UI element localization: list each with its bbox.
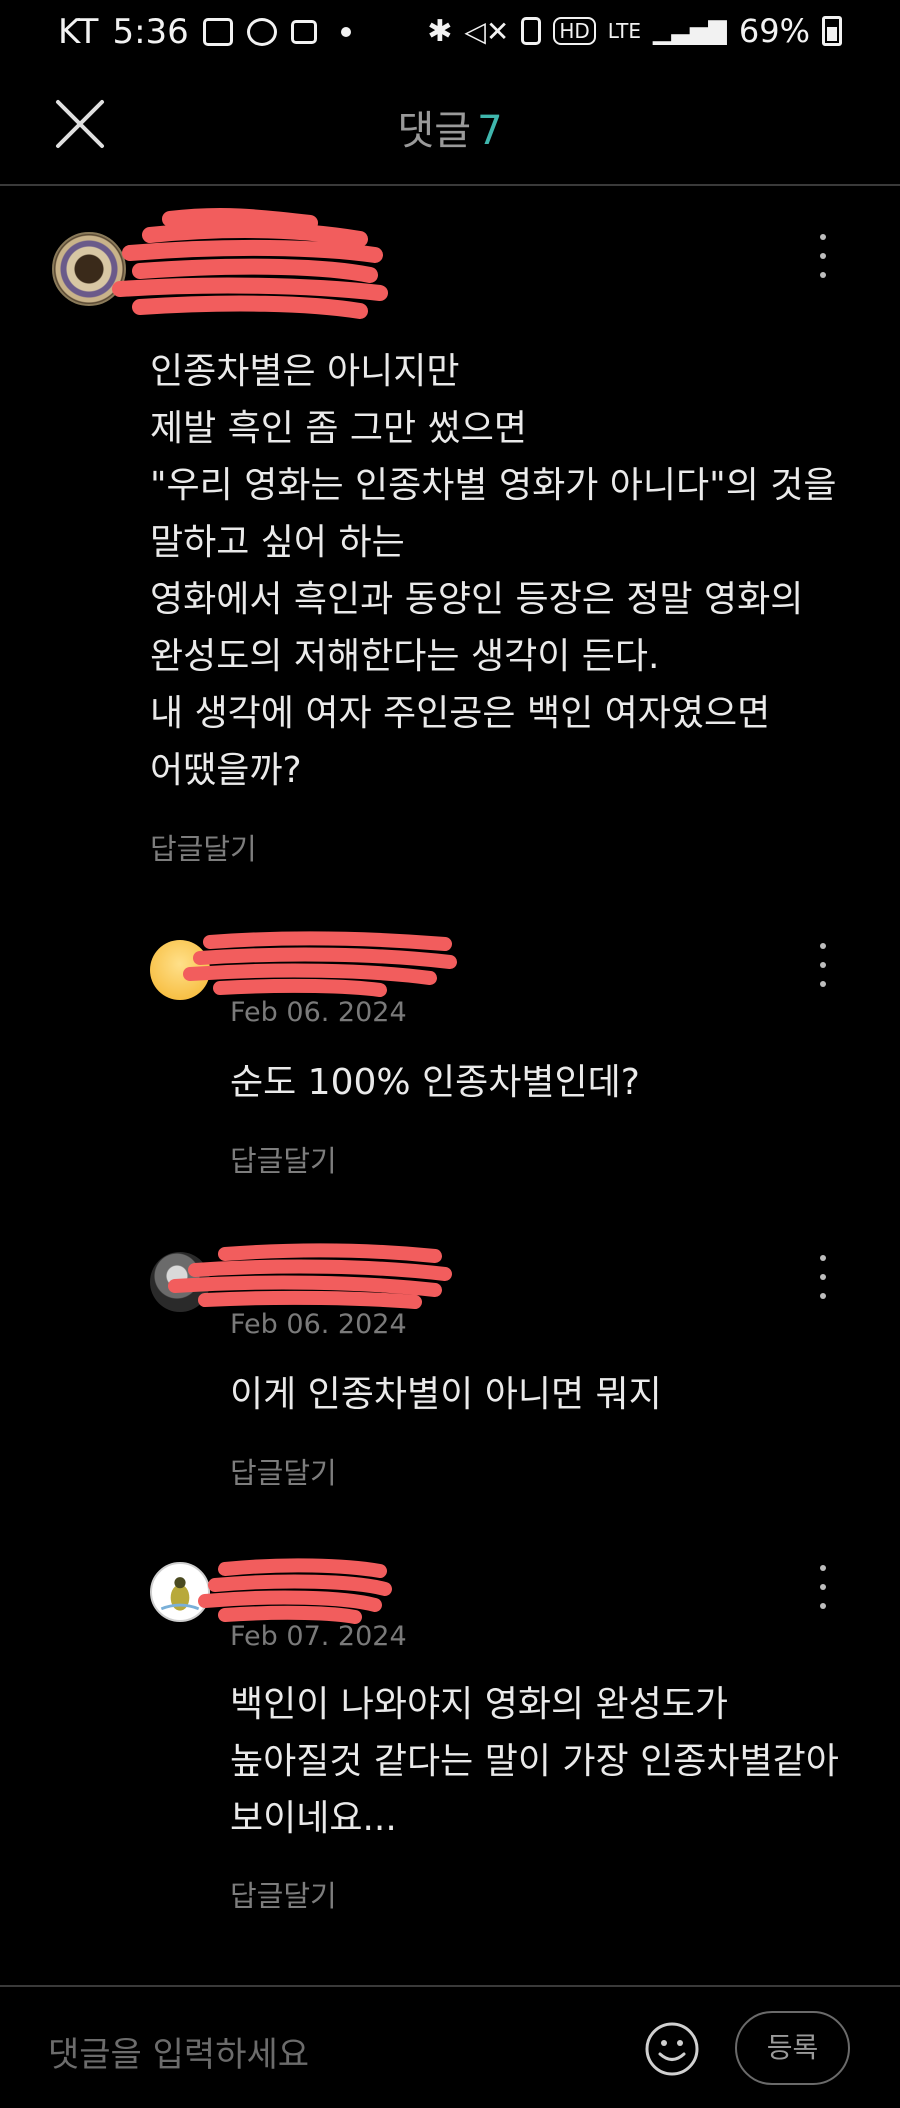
comments-header: 댓글 7 bbox=[0, 64, 900, 186]
reply-button[interactable]: 답글달기 bbox=[230, 1873, 337, 1915]
carrier-label: KT bbox=[58, 12, 99, 52]
comment-count: 7 bbox=[477, 108, 503, 154]
battery-percent: 69% bbox=[738, 12, 810, 50]
comment-date: Feb 06. 2024 bbox=[230, 1309, 407, 1340]
comment-menu-button[interactable] bbox=[803, 226, 843, 286]
emoji-icon[interactable] bbox=[644, 2021, 700, 2077]
chat-icon bbox=[246, 18, 277, 46]
redaction-mark bbox=[112, 208, 388, 319]
reply-button[interactable]: 답글달기 bbox=[150, 826, 257, 868]
comment-body: 순도 100% 인종차별인데? bbox=[230, 1062, 640, 1103]
page-title: 댓글 7 bbox=[0, 98, 900, 156]
reply-button[interactable]: 답글달기 bbox=[230, 1138, 337, 1180]
redaction-mark bbox=[183, 931, 457, 997]
comment-body: 인종차별은 아니지만 제발 흑인 좀 그만 썼으면 "우리 영화는 인종차별 영… bbox=[150, 351, 837, 791]
bluetooth-icon: ✱ bbox=[427, 13, 453, 49]
comment-date: Feb 06. 2024 bbox=[230, 997, 407, 1028]
status-right: ✱ ◁✕ HD LTE ▁▃▅▇ 69% bbox=[427, 12, 842, 50]
page-title-label: 댓글 bbox=[397, 108, 472, 154]
mute-icon: ◁✕ bbox=[464, 14, 510, 48]
comment-input-bar: 댓글을 입력하세요 등록 bbox=[0, 1985, 900, 2108]
redaction-mark bbox=[198, 1558, 392, 1624]
status-bar: KT 5:36 ✱ ◁✕ HD LTE ▁▃▅▇ 69% bbox=[0, 0, 900, 64]
network-type: LTE bbox=[607, 19, 642, 43]
gallery-icon bbox=[202, 18, 233, 46]
recycle-icon bbox=[521, 17, 542, 45]
comment-body: 백인이 나와야지 영화의 완성도가 높아질것 같다는 말이 가장 인종차별같아 … bbox=[230, 1684, 839, 1839]
hd-badge: HD bbox=[553, 17, 596, 45]
message-icon bbox=[290, 20, 317, 44]
more-notifications-icon bbox=[340, 27, 351, 37]
comment-input[interactable]: 댓글을 입력하세요 bbox=[48, 2027, 309, 2076]
comment-menu-button[interactable] bbox=[803, 935, 843, 995]
signal-icon: ▁▃▅▇ bbox=[653, 17, 727, 45]
submit-button[interactable]: 등록 bbox=[735, 2011, 850, 2085]
status-left: KT 5:36 bbox=[58, 12, 351, 52]
battery-icon bbox=[822, 16, 842, 46]
comment-menu-button[interactable] bbox=[803, 1247, 843, 1307]
comment-menu-button[interactable] bbox=[803, 1557, 843, 1617]
comment-date: Feb 07. 2024 bbox=[230, 1621, 407, 1652]
clock: 5:36 bbox=[112, 12, 189, 52]
comment-body: 이게 인종차별이 아니면 뭐지 bbox=[230, 1374, 662, 1415]
reply-button[interactable]: 답글달기 bbox=[230, 1450, 337, 1492]
redaction-mark bbox=[168, 1243, 452, 1309]
